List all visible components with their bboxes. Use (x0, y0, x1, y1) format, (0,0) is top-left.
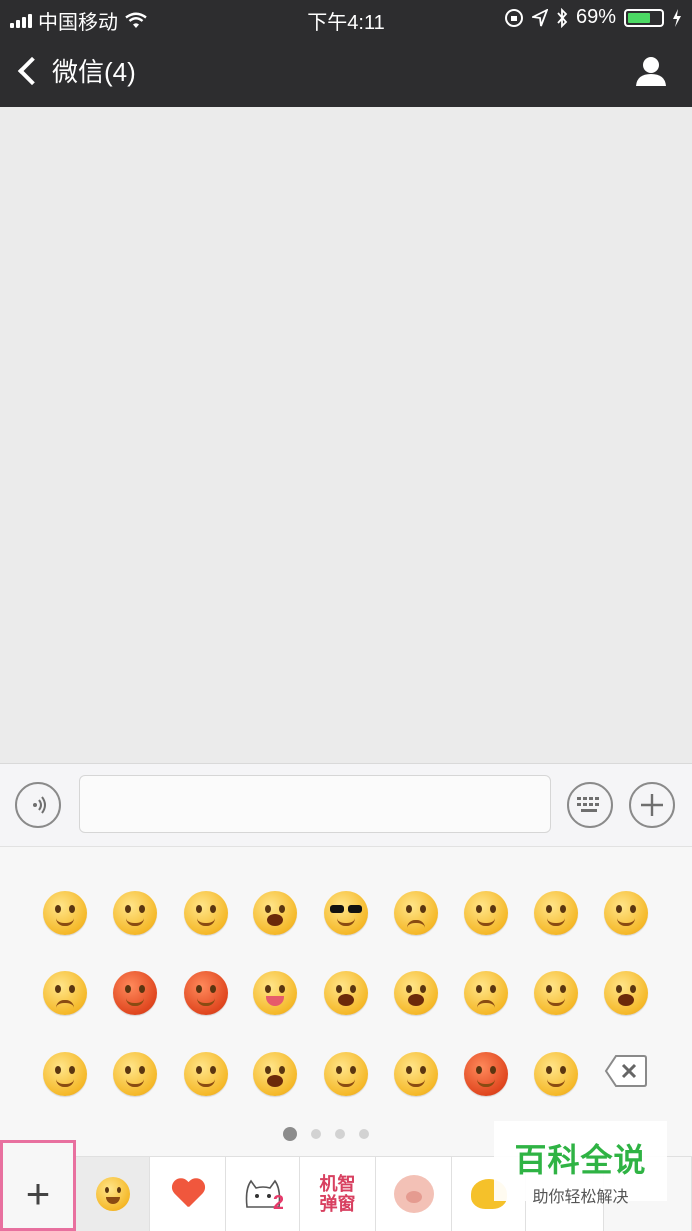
emoji-wink[interactable] (253, 971, 297, 1015)
emoji-blush[interactable] (184, 1052, 228, 1096)
voice-icon (33, 796, 46, 814)
emoji-flushed[interactable] (534, 971, 578, 1015)
battery-icon (624, 8, 664, 27)
back-label: 微信(4) (52, 57, 136, 87)
emoji-cover-mouth[interactable] (113, 1052, 157, 1096)
battery-fill (628, 12, 651, 23)
location-icon (531, 8, 548, 26)
emoji-confused[interactable] (324, 1052, 368, 1096)
status-right: 69% (504, 6, 682, 29)
keyboard-icon (577, 797, 599, 812)
svg-text:2: 2 (273, 1192, 283, 1211)
emoji-surprised[interactable] (394, 971, 438, 1015)
bluetooth-icon (557, 7, 568, 28)
emoji-crying[interactable] (394, 891, 438, 935)
navigation-bar: 微信(4) (0, 36, 692, 107)
pig-sticker-icon (393, 1175, 434, 1213)
more-functions-button[interactable] (629, 782, 675, 828)
text-sticker-label: 机智 弹窗 (320, 1174, 356, 1214)
emoji-awkward[interactable] (113, 891, 157, 935)
add-sticker-tab[interactable]: + (0, 1140, 76, 1231)
cat-sticker-tab[interactable]: 2 (226, 1157, 300, 1231)
emoji-sob[interactable] (43, 971, 87, 1015)
emoji-grin[interactable] (324, 971, 368, 1015)
emoji-heart-eyes[interactable] (184, 891, 228, 935)
emoji-panel (0, 847, 692, 1156)
add-sticker-label: + (25, 1169, 51, 1217)
emoji-embarrassed[interactable] (113, 971, 157, 1015)
input-bar (0, 763, 692, 847)
pig-sticker-tab[interactable] (376, 1157, 452, 1231)
battery-percent: 69% (575, 6, 616, 28)
emoji-sick[interactable] (43, 1052, 87, 1096)
status-bar: 中国移动 下午4:11 69% (0, 0, 692, 36)
page-dot[interactable] (283, 1127, 297, 1141)
emoji-angry[interactable] (184, 971, 228, 1015)
emoji-scold[interactable] (464, 1052, 508, 1096)
message-input[interactable] (79, 775, 551, 833)
watermark-title: 百科全说 (514, 1142, 647, 1178)
charging-icon (673, 8, 681, 27)
emoji-cool[interactable] (324, 891, 368, 935)
emoji-tab[interactable] (76, 1157, 150, 1231)
emoji-shocked[interactable] (253, 1052, 297, 1096)
cat-sticker-icon: 2 (245, 1179, 283, 1211)
back-chevron-icon (17, 56, 47, 85)
emoji-staring[interactable] (253, 891, 297, 935)
orientation-lock-icon (504, 8, 523, 27)
smiley-icon (95, 1177, 130, 1211)
page-dot[interactable] (335, 1129, 345, 1139)
emoji-awkward-sweat[interactable] (534, 1052, 578, 1096)
watermark-subtitle: 助你轻松解决 (532, 1189, 629, 1206)
user-profile-icon[interactable] (634, 54, 668, 88)
delete-key-icon[interactable] (604, 1054, 648, 1088)
text-sticker-line2: 弹窗 (319, 1194, 356, 1214)
favorites-tab[interactable] (150, 1157, 226, 1231)
chat-message-area[interactable] (0, 107, 692, 763)
emoji-sad[interactable] (464, 971, 508, 1015)
emoji-blank[interactable] (394, 1052, 438, 1096)
plus-icon (641, 794, 663, 816)
text-sticker-line1: 机智 (319, 1174, 356, 1194)
voice-button[interactable] (15, 782, 61, 828)
page-dot[interactable] (311, 1129, 321, 1139)
watermark: 百科全说 助你轻松解决 (494, 1121, 667, 1206)
keyboard-button[interactable] (567, 782, 613, 828)
emoji-sleepy[interactable] (604, 891, 648, 935)
emoji-shy[interactable] (464, 891, 508, 935)
text-sticker-tab[interactable]: 机智 弹窗 (300, 1157, 376, 1231)
emoji-laugh-tears[interactable] (604, 971, 648, 1015)
heart-icon (171, 1179, 205, 1209)
back-button[interactable]: 微信(4) (12, 52, 136, 89)
page-dot[interactable] (359, 1129, 369, 1139)
emoji-smile[interactable] (43, 891, 87, 935)
emoji-silent[interactable] (534, 891, 578, 935)
